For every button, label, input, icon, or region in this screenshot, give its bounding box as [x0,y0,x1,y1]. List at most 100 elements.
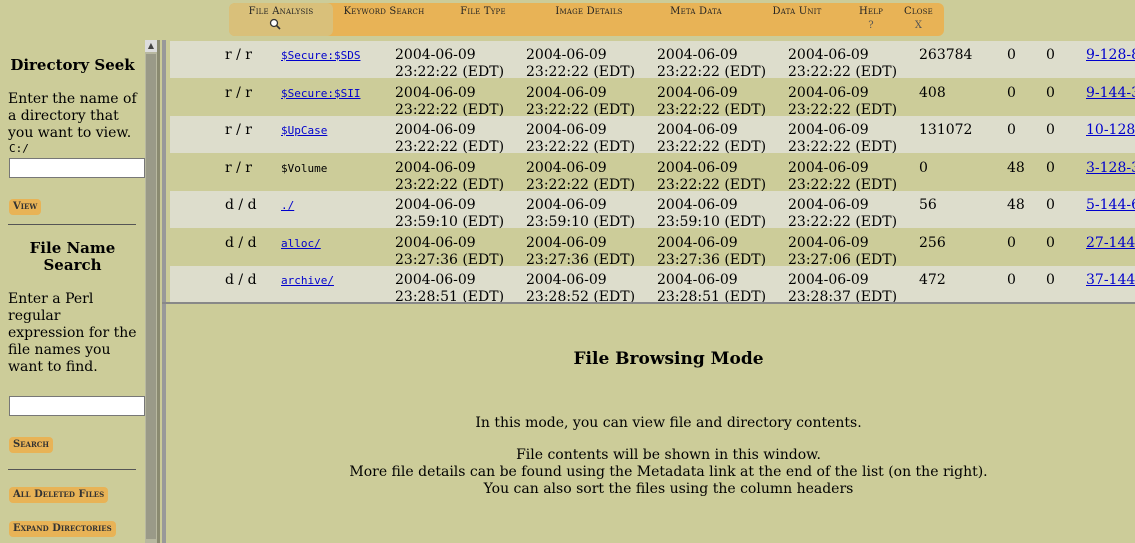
tab-help[interactable]: Help ? [849,3,893,36]
table-row[interactable]: r / r $Volume 2004-06-09 23:22:22 (EDT) 2004… [170,153,1135,193]
uid-cell: 0 [1007,85,1016,102]
date: 2004-06-09 [395,47,476,63]
tab-file-type[interactable]: File Type [435,3,531,36]
date-cell: 2004-06-09 23:59:10 (EDT) [526,197,635,231]
file-name-cell[interactable]: $UpCase [281,122,327,139]
all-deleted-files-button[interactable]: All Deleted Files [9,487,109,503]
view-button[interactable]: View [9,199,42,215]
uid: 0 [1007,122,1016,138]
size-cell: 131072 [919,122,972,139]
date: 2004-06-09 [395,84,476,101]
description-text: In this mode, you can view file and dire… [475,415,862,431]
file-type-cell: d / d [225,272,257,289]
file-name-cell[interactable]: $Secure:$SII [281,85,360,102]
file-type: r / r [225,122,253,138]
date-cell: 2004-06-09 23:22:22 (EDT) [657,122,766,156]
sidebar-scrollbar[interactable]: ▲ [145,40,157,543]
meta-link[interactable]: 3-128-3 [1086,160,1135,177]
file-list-frame: r / r $Secure:$SDS 2004-06-09 23:22:22 (EDT… [162,40,1135,304]
file-name-link[interactable]: archive/ [281,274,334,287]
date: 2004-06-09 [657,272,738,288]
meta-link[interactable]: 9-144-3 [1086,85,1135,102]
uid-cell: 0 [1007,122,1016,139]
gid: 0 [1046,159,1055,176]
date: 2004-06-09 [788,122,869,138]
date: 2004-06-09 [526,197,607,213]
scrollbar-thumb[interactable] [146,54,156,539]
file-name-link[interactable]: $UpCase [281,124,327,137]
meta-link[interactable]: 27-144 [1086,235,1135,252]
meta-address[interactable]: 9-144-3 [1086,85,1135,101]
file-size: 0 [919,159,928,176]
scroll-up-icon[interactable]: ▲ [145,40,157,52]
meta-address[interactable]: 10-128 [1086,122,1135,138]
meta-address[interactable]: 37-144 [1086,272,1135,288]
meta-link[interactable]: 5-144-6 [1086,197,1135,214]
tab-meta-data[interactable]: Meta Data [647,3,745,36]
file-name-cell[interactable]: ./ [281,197,294,214]
search-button[interactable]: Search [9,437,53,453]
date: 2004-06-09 [395,159,476,176]
gid: 0 [1046,197,1055,213]
date: 2004-06-09 [788,84,869,101]
date-cell: 2004-06-09 23:28:51 (EDT) [395,272,504,302]
page-title: File Browsing Mode [573,349,764,369]
date-cell: 2004-06-09 23:27:06 (EDT) [788,235,897,269]
directory-prefix: C:/ [9,142,29,155]
meta-address[interactable]: 5-144-6 [1086,197,1135,213]
meta-address[interactable]: 3-128-3 [1086,160,1135,176]
file-name-cell[interactable]: archive/ [281,272,334,289]
table-row[interactable]: d / d archive/2004-06-09 23:28:51 (EDT) 200… [170,266,1135,302]
file-name-cell[interactable]: alloc/ [281,235,321,252]
uid-cell: 48 [1007,197,1025,214]
uid: 0 [1007,47,1016,63]
expand-directories-button[interactable]: Expand Directories [9,521,116,537]
file-name-link[interactable]: $Secure:$SII [281,87,360,100]
file-name-cell[interactable]: $Secure:$SDS [281,47,360,64]
date: 2004-06-09 [657,122,738,138]
file-name-search-heading: File Name Search [29,239,116,274]
directory-input[interactable] [9,158,145,178]
table-row[interactable]: r / r $Secure:$SII 2004-06-09 23:22:22 (EDT… [170,78,1135,118]
description-text: File contents will be shown in this wind… [516,447,821,463]
date: 2004-06-09 [526,234,607,251]
gid-cell: 0 [1046,47,1055,64]
file-name-link[interactable]: $Secure:$SDS [281,49,360,62]
tab-close[interactable]: Close X [893,3,944,36]
directory-seek-heading: Directory Seek [10,56,135,74]
top-navigation-bar: File Analysis Keyword Search File Type I… [0,0,1135,40]
meta-link[interactable]: 10-128 [1086,122,1135,139]
date: 2004-06-09 [395,272,476,288]
meta-link[interactable]: 9-128-8 [1086,47,1135,64]
file-type: d / d [225,234,257,251]
meta-address[interactable]: 27-144 [1086,235,1135,251]
uid: 0 [1007,234,1016,251]
date-cell: 2004-06-09 23:27:36 (EDT) [657,235,766,269]
table-row[interactable]: d / d alloc/2004-06-09 23:27:36 (EDT) 2004-… [170,228,1135,269]
tab-keyword-search[interactable]: Keyword Search [333,3,435,36]
file-size: 263784 [919,47,973,63]
file-size: 56 [919,197,937,213]
date-cell: 2004-06-09 23:59:10 (EDT) [395,197,504,231]
meta-link[interactable]: 37-144 [1086,272,1135,289]
tab-data-unit[interactable]: Data Unit [745,3,849,36]
search-input[interactable] [9,396,145,416]
table-row[interactable]: d / d ./2004-06-09 23:59:10 (EDT) 2004-06-0… [170,191,1135,231]
file-name-link[interactable]: ./ [281,199,294,212]
meta-address[interactable]: 9-128-8 [1086,47,1135,63]
date: 2004-06-09 [788,234,869,251]
file-name-link[interactable]: alloc/ [281,237,321,250]
tab-image-details[interactable]: Image Details [531,3,647,36]
tab-file-analysis[interactable]: File Analysis [229,3,333,36]
size-cell: 56 [919,197,937,214]
content-frame: File Browsing Mode In this mode, you can… [162,304,1135,543]
tab-label: Help [859,6,883,17]
file-size: 131072 [919,122,973,138]
date: 2004-06-09 [657,197,738,213]
date: 2004-06-09 [526,272,607,288]
table-row[interactable]: r / r $Secure:$SDS 2004-06-09 23:22:22 (EDT… [170,41,1135,80]
help-icon: ? [868,20,874,31]
file-type: r / r [225,84,253,101]
date-cell: 2004-06-09 23:28:37 (EDT) [788,272,897,302]
table-row[interactable]: r / r $UpCase 2004-06-09 23:22:22 (EDT) 2004… [170,116,1135,156]
